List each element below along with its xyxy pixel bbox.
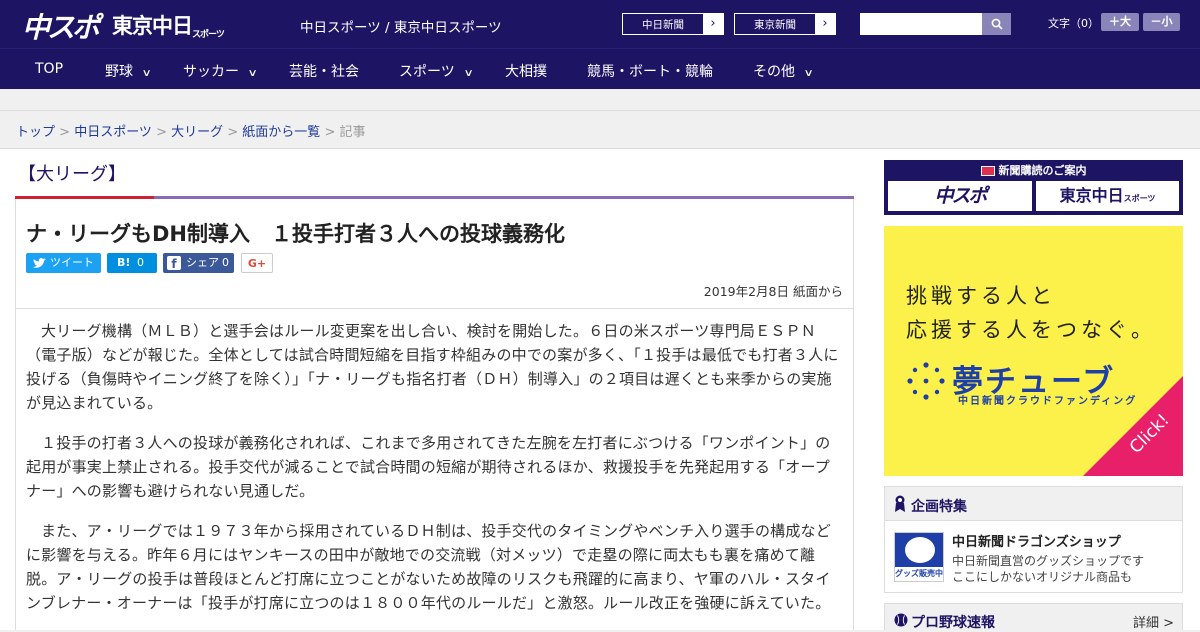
breadcrumb-separator: >: [223, 125, 243, 140]
baseball-detail-link[interactable]: 詳細 >: [1133, 612, 1174, 631]
facebook-share-label: シェア: [186, 256, 219, 269]
baseball-icon: [894, 613, 908, 627]
baseball-scores-box: プロ野球速報 詳細 >: [884, 603, 1183, 631]
breadcrumb-link-top[interactable]: トップ: [16, 125, 55, 140]
twitter-icon: [33, 258, 46, 268]
nav-label: 大相撲: [505, 64, 547, 80]
nav-item-top[interactable]: TOP: [35, 61, 63, 77]
chunichi-shimbun-button[interactable]: 中日新聞 ›: [622, 13, 724, 35]
breadcrumb-link-chunichi-sports[interactable]: 中日スポーツ: [74, 125, 152, 140]
nav-label: 競馬・ボート・競輪: [587, 64, 713, 80]
font-size-label: 文字（0）: [1048, 17, 1099, 30]
nav-label: スポーツ: [399, 64, 455, 80]
facebook-share-button[interactable]: f シェア 0: [163, 253, 234, 273]
mascot-icon: [905, 537, 935, 563]
tweet-label: ツイート: [50, 256, 94, 269]
breadcrumb: トップ > 中日スポーツ > 大リーグ > 紙面から一覧 > 記事: [16, 121, 366, 140]
search-icon: [991, 18, 1003, 30]
hatena-count: 0: [137, 256, 144, 269]
breadcrumb-link-paper-list[interactable]: 紙面から一覧: [242, 125, 320, 140]
tweet-button[interactable]: ツイート: [26, 253, 101, 273]
subscribe-chuspo-button[interactable]: 中スポ: [888, 181, 1032, 211]
yume-tagline-2: 応援する人をつなぐ。: [906, 318, 1156, 342]
dots-circle-icon: [907, 362, 945, 400]
logo-tokyo-small: スポーツ: [192, 30, 225, 40]
chevron-down-icon: ∨: [141, 68, 152, 79]
breadcrumb-link-mlb[interactable]: 大リーグ: [171, 125, 223, 140]
subscribe-tokyo-button[interactable]: 東京中日スポーツ: [1036, 181, 1179, 211]
nav-item-entertainment[interactable]: 芸能・社会: [289, 61, 359, 81]
nav-label: 野球: [105, 64, 133, 80]
nav-label: TOP: [35, 61, 64, 77]
font-size-increase-button[interactable]: ＋大: [1101, 13, 1139, 31]
newspaper-icon: [980, 166, 995, 176]
facebook-share-count: 0: [222, 256, 229, 269]
dragons-shop-link[interactable]: 中日新聞ドラゴンズショップ: [952, 531, 1121, 550]
chevron-down-icon: ∨: [463, 68, 474, 79]
font-size-decrease-button[interactable]: －小: [1143, 13, 1180, 31]
chunichi-shimbun-label: 中日新聞: [642, 19, 684, 31]
article-headline: ナ・リーグもDH制導入 １投手打者３人への投球義務化: [26, 222, 566, 246]
site-header: 中スポ 東京中日スポーツ 中日スポーツ / 東京中日スポーツ 中日新聞 › 東京…: [0, 0, 1200, 48]
nav-item-baseball[interactable]: 野球 ∨: [105, 61, 152, 81]
breadcrumb-current: 記事: [339, 125, 366, 140]
gplus-icon: G+: [247, 257, 267, 270]
article-divider: [16, 308, 854, 309]
logo-tokyo-chunichi[interactable]: 東京中日スポーツ: [112, 10, 225, 40]
special-features-header: 企画特集: [885, 487, 1182, 521]
tokyo-shimbun-label: 東京新聞: [754, 19, 796, 31]
nav-label: その他: [753, 64, 795, 80]
breadcrumb-separator: >: [55, 125, 75, 140]
chevron-down-icon: ∨: [803, 68, 814, 79]
chevron-down-icon: ∨: [247, 68, 258, 79]
subscription-title: 新聞購読のご案内: [884, 162, 1183, 178]
article-paragraph: また、ア・リーグでは１９７３年から採用されているＤＨ制は、投手交代のタイミングや…: [26, 522, 831, 612]
dragons-shop-thumbnail[interactable]: グッズ販売中: [894, 532, 944, 582]
special-features-title: 企画特集: [911, 499, 967, 515]
logo-tokyo-text: 東京中日: [112, 14, 193, 38]
article-date: 2019年2月8日 紙面から: [703, 284, 843, 299]
chevron-right-icon: ›: [703, 14, 723, 34]
goods-sale-label: グッズ販売中: [895, 567, 943, 581]
breadcrumb-separator: >: [151, 125, 172, 140]
site-title[interactable]: 中日スポーツ / 東京中日スポーツ: [300, 16, 502, 36]
sub-bar: [0, 89, 1200, 111]
nav-item-racing[interactable]: 競馬・ボート・競輪: [587, 61, 713, 81]
hatena-icon: B!: [117, 256, 131, 269]
dragons-shop-desc-2: ここにしかないオリジナル商品も: [952, 570, 1133, 584]
nav-item-other[interactable]: その他 ∨: [753, 61, 814, 81]
nav-label: 芸能・社会: [289, 64, 359, 80]
gplus-button[interactable]: G+: [241, 253, 273, 273]
breadcrumb-bar: トップ > 中日スポーツ > 大リーグ > 紙面から一覧 > 記事: [0, 111, 1200, 149]
nav-item-sports[interactable]: スポーツ ∨: [399, 61, 474, 81]
tokyo-shimbun-button[interactable]: 東京新聞 ›: [734, 13, 836, 35]
breadcrumb-separator: >: [320, 125, 340, 140]
yume-tube-subtitle: 中日新聞クラウドファンディング: [958, 396, 1138, 407]
ribbon-icon: [895, 495, 905, 512]
nav-label: サッカー: [183, 64, 239, 80]
global-nav: TOP 野球 ∨ サッカー ∨ 芸能・社会 スポーツ ∨ 大相撲 競馬・ボート・競輪 …: [0, 48, 1200, 89]
nav-item-sumo[interactable]: 大相撲: [505, 61, 547, 81]
article-paragraph: １投手の打者３人への投球が義務化されれば、これまで多用されてきた左腕を左打者にぶ…: [26, 434, 831, 500]
hatena-bookmark-button[interactable]: B! 0: [107, 253, 157, 273]
facebook-icon: f: [167, 256, 181, 271]
baseball-scores-title: プロ野球速報: [911, 615, 995, 631]
special-features-box: 企画特集 グッズ販売中 中日新聞ドラゴンズショップ 中日新聞直営のグッズショップ…: [884, 486, 1183, 593]
baseball-scores-header: プロ野球速報 詳細 >: [885, 604, 1182, 631]
subscription-title-text: 新聞購読のご案内: [998, 164, 1087, 177]
subscribe-tokyo-label: 東京中日: [1059, 186, 1124, 205]
nav-item-soccer[interactable]: サッカー ∨: [183, 61, 258, 81]
yume-tube-banner[interactable]: 挑戦する人と 応援する人をつなぐ。 夢チューブ 中日新聞クラウドファンディング …: [884, 226, 1183, 476]
dragons-shop-desc-1: 中日新聞直営のグッズショップです: [952, 554, 1145, 568]
yume-tagline-1: 挑戦する人と: [906, 284, 1056, 308]
article-category: 【大リーグ】: [18, 164, 126, 185]
chevron-right-icon: ›: [815, 14, 835, 34]
article-paragraph: 大リーグ機構（ＭＬＢ）と選手会はルール変更案を出し合い、検討を開始した。６日の米…: [26, 322, 839, 412]
subscribe-tokyo-small: スポーツ: [1123, 194, 1156, 203]
logo-chuspo[interactable]: 中スポ: [22, 6, 100, 46]
search-input[interactable]: [860, 13, 982, 35]
subscription-banner: 新聞購読のご案内 中スポ 東京中日スポーツ: [884, 160, 1183, 215]
search-button[interactable]: [982, 13, 1011, 35]
